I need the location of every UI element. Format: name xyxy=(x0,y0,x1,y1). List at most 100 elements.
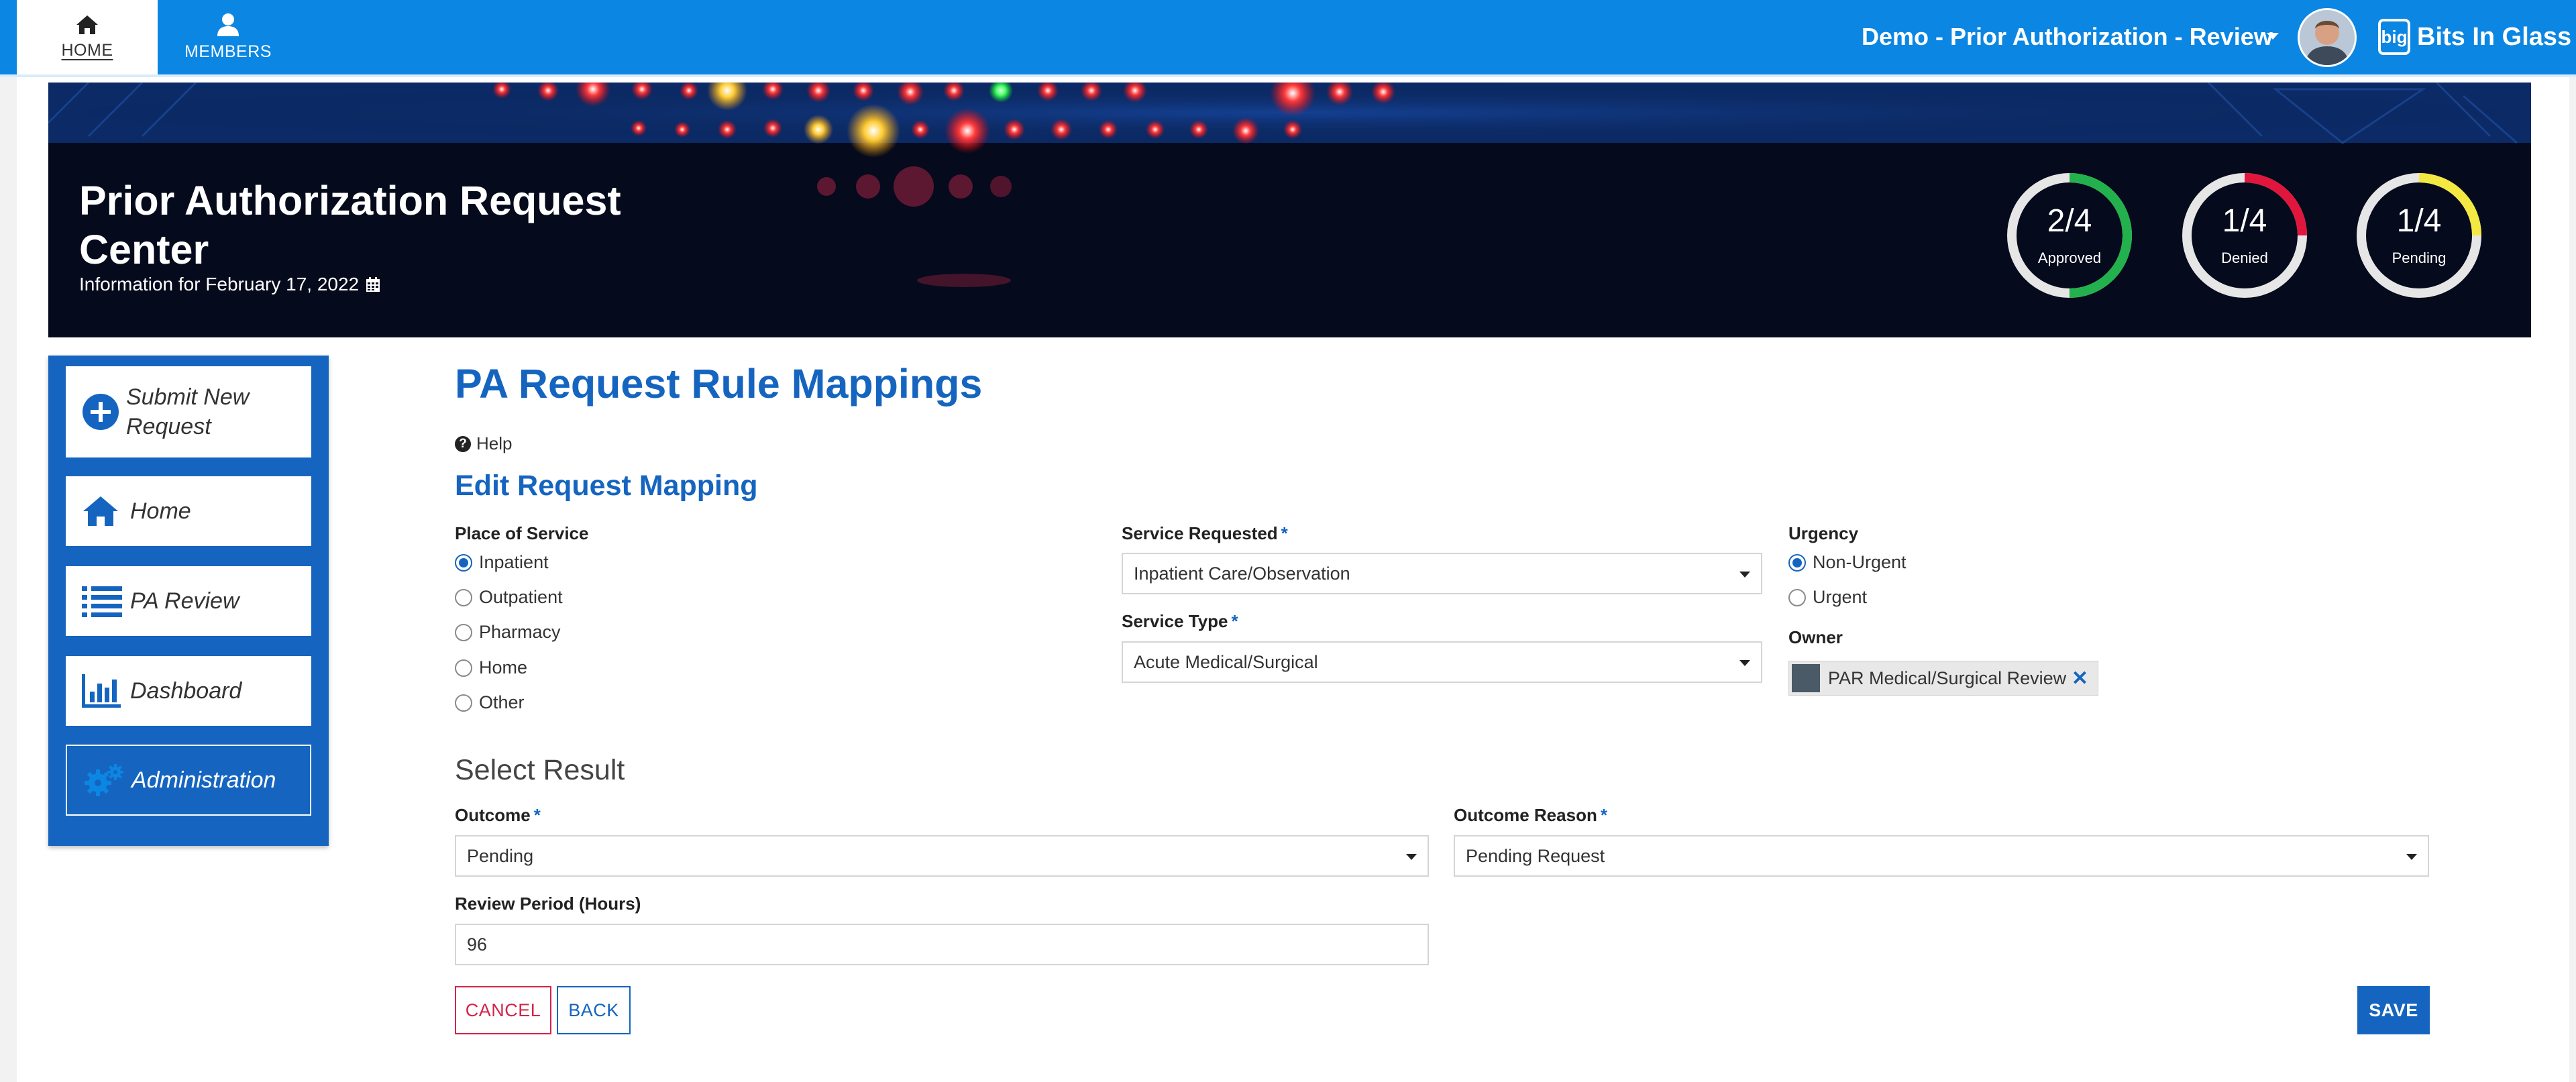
radio-label: Non-Urgent xyxy=(1813,552,1907,572)
stat-pending-value: 1/4 xyxy=(2396,203,2442,239)
service-type-label-text: Service Type xyxy=(1122,611,1228,631)
radio-urgent-control[interactable] xyxy=(1788,588,1806,606)
sidebar-item-administration[interactable]: Administration xyxy=(66,745,311,816)
cancel-button[interactable]: CANCEL xyxy=(455,986,551,1034)
tab-members[interactable]: MEMBERS xyxy=(158,0,299,74)
stat-approved-label: Approved xyxy=(2037,250,2102,266)
review-period-value: 96 xyxy=(467,934,488,955)
radio-inpatient[interactable]: Inpatient xyxy=(455,552,549,573)
save-button[interactable]: SAVE xyxy=(2357,986,2430,1034)
stat-ring-pending: 1/4 Pending xyxy=(2354,170,2484,301)
radio-other[interactable]: Other xyxy=(455,692,525,713)
sidebar-item-label: Administration xyxy=(131,767,276,793)
result-section-title: Select Result xyxy=(455,754,625,786)
brand-logo: big Bits In Glass xyxy=(2378,19,2571,55)
outcome-label-text: Outcome xyxy=(455,805,531,825)
radio-outpatient[interactable]: Outpatient xyxy=(455,587,563,608)
radio-label: Inpatient xyxy=(479,552,549,572)
brand-name: Bits In Glass xyxy=(2417,22,2572,51)
radio-pharmacy-control[interactable] xyxy=(455,623,472,641)
radio-outpatient-control[interactable] xyxy=(455,588,472,606)
sidebar-item-home[interactable]: Home xyxy=(66,476,311,546)
urgency-label: Urgency xyxy=(1788,523,1859,543)
brand-logo-mark: big xyxy=(2378,19,2410,55)
sidebar-item-label: PA Review xyxy=(130,588,239,614)
owner-chip[interactable]: PAR Medical/Surgical Review ✕ xyxy=(1788,661,2098,696)
service-requested-select[interactable]: Inpatient Care/Observation xyxy=(1122,553,1762,594)
tab-home-label: HOME xyxy=(61,41,113,60)
navbar-divider xyxy=(0,74,2576,77)
gears-icon xyxy=(83,763,125,798)
stat-approved-value: 2/4 xyxy=(2047,203,2092,239)
tab-home[interactable]: HOME xyxy=(17,0,158,74)
section-title: Edit Request Mapping xyxy=(455,470,758,502)
plus-circle-icon xyxy=(82,393,119,431)
radio-label: Pharmacy xyxy=(479,622,561,642)
bar-chart-icon xyxy=(82,674,123,708)
service-requested-label: Service Requested * xyxy=(1122,523,1288,544)
sidebar-item-label: Dashboard xyxy=(130,678,242,704)
calendar-icon xyxy=(366,277,380,292)
outcome-label: Outcome * xyxy=(455,805,541,826)
sidebar-item-dashboard[interactable]: Dashboard xyxy=(66,656,311,726)
chevron-down-icon[interactable] xyxy=(2267,33,2279,40)
outcome-select[interactable]: Pending xyxy=(455,835,1429,877)
radio-other-control[interactable] xyxy=(455,694,472,712)
radio-home[interactable]: Home xyxy=(455,657,527,678)
outcome-reason-select[interactable]: Pending Request xyxy=(1454,835,2429,877)
radio-non-urgent-control[interactable] xyxy=(1788,553,1806,572)
service-requested-label-text: Service Requested xyxy=(1122,523,1278,543)
radio-label: Other xyxy=(479,692,525,712)
banner-date-text: Information for February 17, 2022 xyxy=(79,274,360,294)
outcome-reason-label-text: Outcome Reason xyxy=(1454,805,1597,825)
chevron-down-icon xyxy=(1739,572,1750,578)
required-marker: * xyxy=(533,805,541,825)
outcome-reason-label: Outcome Reason * xyxy=(1454,805,1607,826)
help-link[interactable]: ? Help xyxy=(455,433,512,454)
question-circle-icon: ? xyxy=(455,435,471,452)
outcome-value: Pending xyxy=(467,845,534,866)
home-icon xyxy=(76,15,98,34)
radio-label: Urgent xyxy=(1813,587,1868,607)
sidebar-item-pa-review[interactable]: PA Review xyxy=(66,566,311,636)
radio-inpatient-control[interactable] xyxy=(455,553,472,572)
sidebar-item-label: Home xyxy=(130,498,191,524)
back-button[interactable]: BACK xyxy=(557,986,631,1034)
avatar[interactable] xyxy=(2298,8,2357,67)
owner-avatar xyxy=(1792,664,1820,692)
chevron-down-icon xyxy=(2406,854,2417,860)
user-icon xyxy=(217,13,239,36)
service-requested-value: Inpatient Care/Observation xyxy=(1134,563,1350,584)
chevron-down-icon xyxy=(1406,854,1417,860)
review-period-label: Review Period (Hours) xyxy=(455,894,641,914)
required-marker: * xyxy=(1600,805,1607,825)
required-marker: * xyxy=(1281,523,1288,543)
home-icon xyxy=(82,494,123,528)
radio-label: Outpatient xyxy=(479,587,563,607)
left-gutter xyxy=(0,0,17,1082)
service-type-label: Service Type * xyxy=(1122,611,1238,632)
radio-pharmacy[interactable]: Pharmacy xyxy=(455,622,561,643)
radio-urgent[interactable]: Urgent xyxy=(1788,587,1867,608)
sidebar-item-submit-new-request[interactable]: Submit New Request xyxy=(66,366,311,457)
stat-ring-denied: 1/4 Denied xyxy=(2180,170,2310,301)
right-gutter xyxy=(2569,0,2576,1082)
sidebar: Submit New Request Home PA Review Dashbo… xyxy=(48,356,329,846)
stat-denied-value: 1/4 xyxy=(2222,203,2267,239)
banner-title: Prior Authorization Request Center xyxy=(79,178,621,272)
radio-home-control[interactable] xyxy=(455,659,472,677)
review-period-input[interactable]: 96 xyxy=(455,924,1429,965)
radio-non-urgent[interactable]: Non-Urgent xyxy=(1788,552,1907,573)
user-avatar-icon xyxy=(2300,10,2355,65)
owner-value: PAR Medical/Surgical Review xyxy=(1828,667,2067,688)
outcome-reason-value: Pending Request xyxy=(1466,845,1605,866)
page-title: PA Request Rule Mappings xyxy=(455,361,983,407)
hero-banner: Prior Authorization Request Center Infor… xyxy=(48,83,2531,337)
owner-label: Owner xyxy=(1788,627,1843,647)
stat-denied-label: Denied xyxy=(2221,250,2268,266)
app-switcher[interactable]: Demo - Prior Authorization - Review xyxy=(1862,23,2273,51)
service-type-select[interactable]: Acute Medical/Surgical xyxy=(1122,641,1762,683)
sidebar-item-label: Submit New Request xyxy=(126,384,250,439)
required-marker: * xyxy=(1231,611,1238,631)
close-icon[interactable]: ✕ xyxy=(2072,667,2088,690)
